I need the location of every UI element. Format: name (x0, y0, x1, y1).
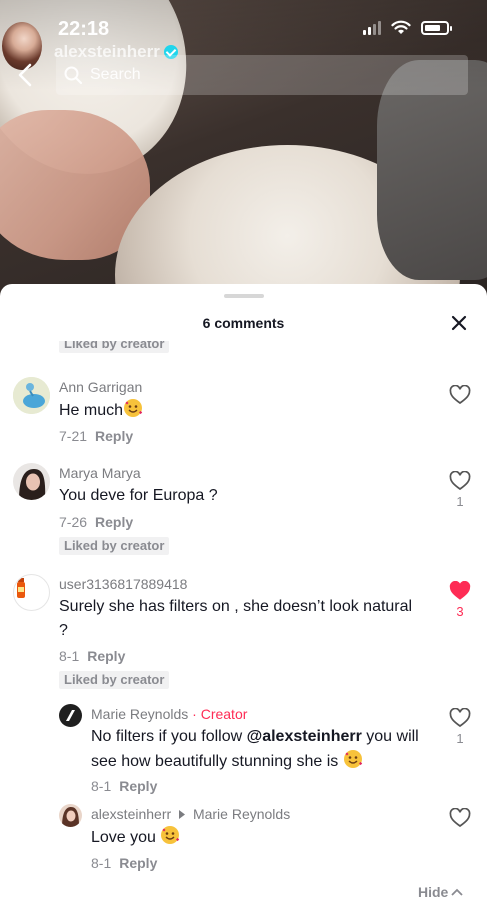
heart-filled-icon[interactable] (449, 581, 471, 601)
status-time: 22:18 (58, 18, 110, 40)
reply-date: 8-1 (91, 778, 112, 794)
heart-icon[interactable] (449, 471, 471, 491)
comment-text: He much (59, 398, 143, 423)
avatar[interactable] (59, 704, 82, 727)
chevron-up-icon (451, 888, 463, 896)
close-icon[interactable] (449, 313, 469, 333)
reply-to-username[interactable]: Marie Reynolds (193, 806, 290, 822)
chevron-left-icon[interactable] (14, 62, 38, 88)
status-icons (363, 20, 452, 35)
comments-sheet: 6 comments Liked by creator Ann Garrigan… (0, 284, 487, 900)
search-placeholder: Search (90, 66, 141, 83)
liked-by-creator-chip: Liked by creator (59, 341, 170, 353)
drag-handle[interactable] (224, 294, 264, 298)
avatar-illustration (13, 377, 50, 414)
liked-by-creator-chip: Liked by creator (59, 537, 170, 555)
battery-icon (421, 20, 452, 35)
comment-meta: 7-21 Reply (59, 428, 133, 444)
avatar-logo (59, 704, 82, 727)
avatar-photo (13, 463, 50, 500)
comment-date: 7-21 (59, 428, 88, 444)
reply-button[interactable]: Reply (119, 855, 157, 871)
avatar-bottle-image (17, 578, 25, 598)
reply-text: No filters if you follow @alexsteinherr … (91, 725, 426, 774)
comment-date: 8-1 (59, 648, 80, 664)
smiling-face-with-hearts-emoji (124, 399, 143, 417)
reply-meta: 8-1 Reply (91, 778, 157, 794)
caret-right-icon (179, 810, 186, 819)
comment-username[interactable]: Marya Marya (59, 465, 141, 481)
search-icon (64, 66, 82, 84)
comment-date: 7-26 (59, 514, 88, 530)
comment-text: You deve for Europa ? (59, 487, 218, 504)
avatar[interactable] (13, 377, 50, 414)
reply-button[interactable]: Reply (95, 514, 133, 530)
reply-text: Love you (91, 825, 180, 850)
heart-icon[interactable] (449, 808, 471, 828)
creator-tag: · Creator (192, 706, 248, 722)
reply-button[interactable]: Reply (119, 778, 157, 794)
mention-link[interactable]: @alexsteinherr (247, 728, 362, 745)
reply-username[interactable]: alexsteinherr Marie Reynolds (91, 806, 290, 822)
comment-text: Surely she has filters on , she doesn’t … (59, 598, 413, 639)
like-count: 1 (456, 494, 464, 509)
hide-replies-button[interactable]: Hide (418, 884, 463, 900)
avatar[interactable] (59, 804, 82, 827)
comment-username[interactable]: Ann Garrigan (59, 379, 142, 395)
avatar-photo (59, 804, 82, 827)
comment-username[interactable]: user3136817889418 (59, 576, 187, 592)
avatar[interactable] (13, 574, 50, 611)
like-count: 1 (456, 731, 464, 746)
avatar[interactable] (13, 463, 50, 500)
comments-list[interactable]: Liked by creator Ann Garrigan He much 7-… (0, 341, 487, 900)
comments-count-title: 6 comments (202, 315, 285, 331)
reply-button[interactable]: Reply (95, 428, 133, 444)
smiling-face-with-hearts-emoji (343, 750, 362, 768)
reply-text-content: Love you (91, 829, 156, 846)
comment-text-content: He much (59, 402, 124, 419)
comment-meta: 7-26 Reply (59, 514, 133, 530)
like-count: 3 (456, 604, 464, 619)
smiling-face-with-hearts-emoji (161, 826, 180, 844)
reply-username-text: alexsteinherr (91, 806, 172, 822)
cellular-signal-icon (363, 20, 381, 35)
wifi-icon (391, 20, 411, 34)
liked-by-creator-chip: Liked by creator (59, 671, 170, 689)
search-input[interactable]: Search (56, 55, 468, 95)
reply-username-text: Marie Reynolds (91, 706, 189, 722)
reply-text-before: No filters if you follow (91, 728, 247, 745)
reply-meta: 8-1 Reply (91, 855, 157, 871)
reply-button[interactable]: Reply (87, 648, 125, 664)
reply-date: 8-1 (91, 855, 112, 871)
reply-username[interactable]: Marie Reynolds · Creator (91, 706, 247, 722)
heart-icon[interactable] (449, 708, 471, 728)
hide-label: Hide (418, 884, 449, 900)
heart-icon[interactable] (449, 385, 471, 405)
comment-meta: 8-1 Reply (59, 648, 125, 664)
